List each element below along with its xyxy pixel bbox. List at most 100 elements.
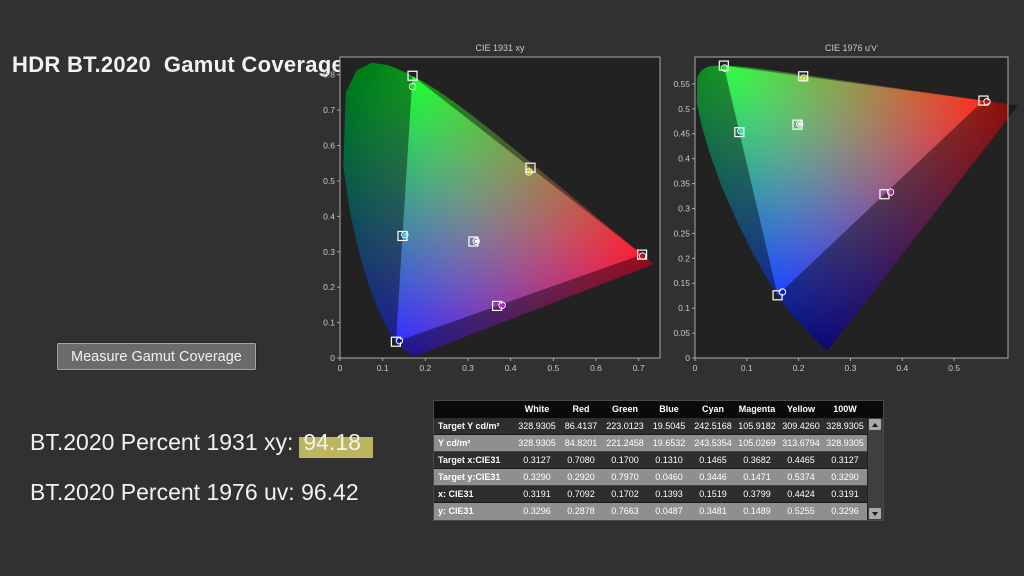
table-cell: 0.1519 [699, 489, 727, 499]
svg-text:0.4: 0.4 [678, 154, 690, 164]
svg-text:0.5: 0.5 [323, 176, 335, 186]
table-cell: 223.0123 [606, 421, 644, 431]
table-row: Target y:CIE31 0.3290 0.2920 0.7970 0.0460 0.… [434, 469, 867, 486]
svg-text:0.1: 0.1 [377, 363, 389, 373]
row-label: Target x:CIE31 [438, 455, 501, 465]
percent-1976-label: BT.2020 Percent 1976 uv: [30, 479, 295, 505]
page-title: HDR BT.2020 Gamut Coverage [12, 52, 345, 77]
table-cell: 0.1489 [743, 506, 771, 516]
svg-text:0.5: 0.5 [678, 104, 690, 114]
table-header-row: White Red Green Blue Cyan Magenta Yellow 100W [434, 401, 883, 418]
percent-1931-label: BT.2020 Percent 1931 xy: [30, 429, 294, 455]
svg-text:0.15: 0.15 [673, 278, 690, 288]
svg-text:0.2: 0.2 [793, 363, 805, 373]
table-cell: 0.0487 [655, 506, 683, 516]
table-cell: 0.3682 [743, 455, 771, 465]
arrow-down-icon [872, 511, 878, 516]
table-cell: 0.3296 [523, 506, 551, 516]
table-cell: 0.3481 [699, 506, 727, 516]
row-label: Y cd/m² [438, 438, 471, 448]
table-row: x: CIE31 0.3191 0.7092 0.1702 0.1393 0.1519 0.… [434, 486, 867, 503]
cie-1931-xy-chart: 0 0.1 0.2 0.3 0.4 0.5 0.6 0.7 0 0.1 0.2 0.3 0.4 0.5 0.… [323, 56, 661, 373]
svg-text:0.6: 0.6 [323, 141, 335, 151]
table-cell: 19.5045 [652, 421, 686, 431]
svg-text:0: 0 [693, 363, 698, 373]
svg-text:0.3: 0.3 [323, 247, 335, 257]
table-corner-cell [434, 401, 515, 418]
table-cell: 309.4260 [782, 421, 820, 431]
table-cell: 0.2878 [567, 506, 595, 516]
bt2020-percent-1931-line: BT.2020 Percent 1931 xy: 94.18 [30, 428, 373, 458]
row-label: Target Y cd/m² [438, 421, 500, 431]
table-row: Target x:CIE31 0.3127 0.7080 0.1700 0.1310 0.… [434, 452, 867, 469]
table-cell: 0.1471 [743, 472, 771, 482]
arrow-up-icon [872, 422, 878, 427]
table-cell: 84.8201 [564, 438, 598, 448]
table-cell: 0.4465 [787, 455, 815, 465]
svg-text:0.45: 0.45 [673, 129, 690, 139]
svg-text:0.05: 0.05 [673, 328, 690, 338]
table-cell: 105.0269 [738, 438, 776, 448]
table-cell: 0.3127 [831, 455, 859, 465]
svg-text:0.1: 0.1 [323, 318, 335, 328]
table-cell: 0.5255 [787, 506, 815, 516]
table-cell: 0.1700 [611, 455, 639, 465]
column-header-red: Red [572, 404, 590, 414]
table-cell: 0.3799 [743, 489, 771, 499]
measurement-table: White Red Green Blue Cyan Magenta Yellow 100W T… [433, 400, 884, 521]
table-cell: 0.1465 [699, 455, 727, 465]
svg-text:0.4: 0.4 [896, 363, 908, 373]
table-cell: 0.7092 [567, 489, 595, 499]
scroll-down-button[interactable] [869, 508, 881, 519]
svg-text:0.7: 0.7 [633, 363, 645, 373]
bt2020-percent-1976-line: BT.2020 Percent 1976 uv: 96.42 [30, 479, 359, 506]
svg-text:0: 0 [338, 363, 343, 373]
table-cell: 0.0460 [655, 472, 683, 482]
svg-text:0.7: 0.7 [323, 105, 335, 115]
table-cell: 86.4137 [564, 421, 598, 431]
row-label: y: CIE31 [438, 506, 474, 516]
table-cell: 0.3191 [831, 489, 859, 499]
table-scrollbar[interactable] [867, 418, 883, 520]
table-cell: 19.6532 [652, 438, 686, 448]
table-cell: 313.6794 [782, 438, 820, 448]
table-cell: 0.7663 [611, 506, 639, 516]
svg-text:0.2: 0.2 [678, 253, 690, 263]
app-window: HDR BT.2020 Gamut Coverage CIE 1931 xy C… [0, 0, 1024, 576]
table-row: y: CIE31 0.3296 0.2878 0.7663 0.0487 0.3481 0.… [434, 503, 867, 520]
table-cell: 328.9305 [826, 421, 864, 431]
table-cell: 0.3290 [831, 472, 859, 482]
table-rows: Target Y cd/m² 328.9305 86.4137 223.0123 19.… [434, 418, 867, 520]
table-cell: 0.7080 [567, 455, 595, 465]
table-cell: 0.3127 [523, 455, 551, 465]
header-scrollbar-spacer [867, 401, 882, 418]
column-header-green: Green [611, 404, 638, 414]
table-cell: 328.9305 [518, 421, 556, 431]
table-cell: 0.1310 [655, 455, 683, 465]
scroll-up-button[interactable] [869, 419, 881, 430]
svg-text:0.3: 0.3 [678, 203, 690, 213]
svg-text:0.3: 0.3 [462, 363, 474, 373]
svg-text:0.55: 0.55 [673, 79, 690, 89]
svg-text:0.8: 0.8 [323, 70, 335, 80]
table-row: Target Y cd/m² 328.9305 86.4137 223.0123 19.… [434, 418, 867, 435]
measure-gamut-coverage-button[interactable]: Measure Gamut Coverage [56, 342, 257, 371]
table-cell: 0.4424 [787, 489, 815, 499]
table-cell: 243.5354 [694, 438, 732, 448]
table-cell: 221.2458 [606, 438, 644, 448]
svg-text:0.3: 0.3 [845, 363, 857, 373]
table-cell: 328.9305 [518, 438, 556, 448]
row-label: Target y:CIE31 [438, 472, 501, 482]
percent-1931-value: 94.18 [299, 428, 373, 458]
table-cell: 0.7970 [611, 472, 639, 482]
svg-text:0.6: 0.6 [590, 363, 602, 373]
svg-text:0.1: 0.1 [741, 363, 753, 373]
svg-text:0.1: 0.1 [678, 303, 690, 313]
svg-text:0: 0 [330, 353, 335, 363]
column-header-100w: 100W [833, 404, 857, 414]
table-row: Y cd/m² 328.9305 84.8201 221.2458 19.6532 243… [434, 435, 867, 452]
table-cell: 0.1393 [655, 489, 683, 499]
table-cell: 0.3296 [831, 506, 859, 516]
svg-text:0.25: 0.25 [673, 228, 690, 238]
column-header-yellow: Yellow [786, 404, 815, 414]
